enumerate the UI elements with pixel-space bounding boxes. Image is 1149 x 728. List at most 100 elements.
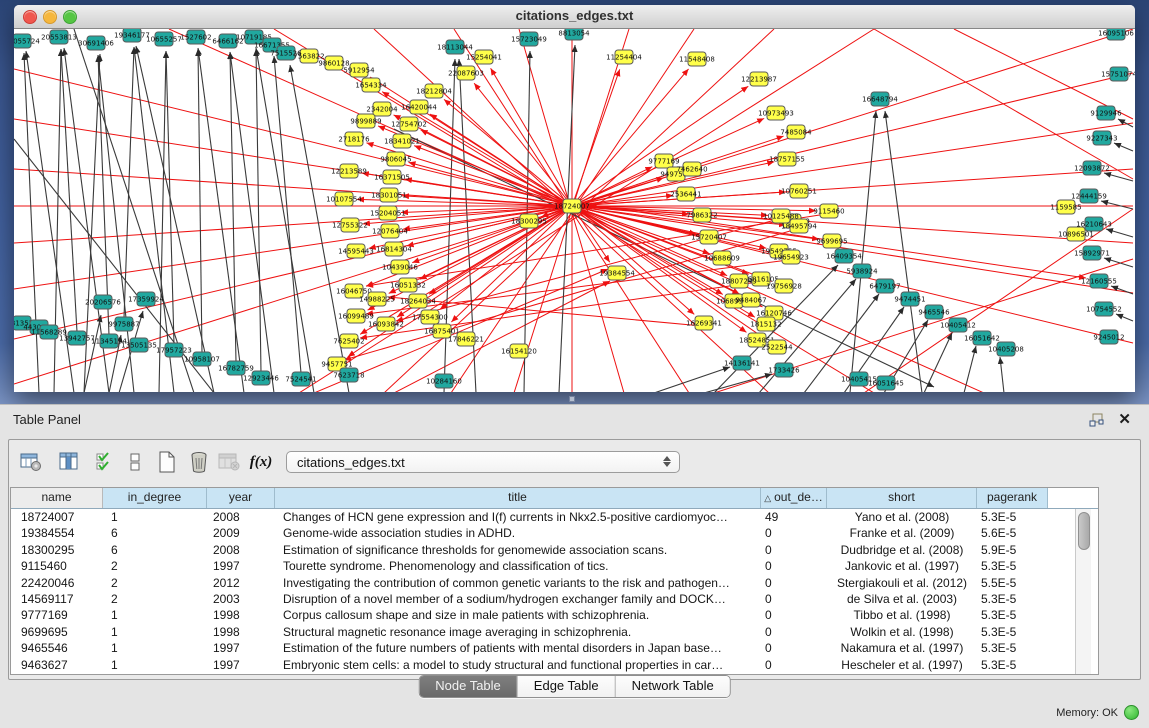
- graph-node[interactable]: 9245012: [1093, 330, 1124, 344]
- graph-node-selected[interactable]: 10760251: [781, 184, 817, 198]
- column-header-in-degree[interactable]: in_degree: [103, 488, 207, 508]
- table-row[interactable]: 1456911722003Disruption of a novel membe…: [11, 591, 1098, 607]
- table-row[interactable]: 946554611997Estimation of the future num…: [11, 640, 1098, 656]
- graph-node-selected[interactable]: 12213987: [741, 72, 777, 86]
- graph-node-selected[interactable]: 2718176: [338, 132, 370, 146]
- graph-node[interactable]: 14136141: [724, 356, 760, 370]
- graph-node-selected[interactable]: 9777169: [648, 154, 679, 168]
- graph-node[interactable]: 5938924: [846, 264, 878, 278]
- graph-node[interactable]: 15723049: [511, 32, 547, 46]
- tab-edge-table[interactable]: Edge Table: [518, 676, 616, 697]
- graph-node[interactable]: 1527602: [180, 30, 211, 44]
- window-titlebar[interactable]: citations_edges.txt: [14, 5, 1135, 29]
- select-checks-icon[interactable]: [93, 449, 117, 475]
- graph-node[interactable]: 16409354: [826, 249, 862, 263]
- graph-node[interactable]: 10655257: [146, 32, 182, 46]
- graph-node-selected[interactable]: 11548408: [679, 52, 715, 66]
- graph-node[interactable]: 9129946: [1090, 106, 1122, 120]
- graph-node[interactable]: 30691406: [78, 36, 114, 50]
- graph-node-label: 14595443: [338, 248, 374, 256]
- graph-node-selected[interactable]: 14595443: [338, 244, 374, 258]
- graph-node-selected[interactable]: 16814304: [376, 242, 412, 256]
- function-builder-icon[interactable]: f(x): [249, 449, 273, 475]
- graph-node-selected[interactable]: 10107554: [326, 192, 362, 206]
- graph-node[interactable]: 9474451: [894, 292, 925, 306]
- table-row[interactable]: 969969511998Structural magnetic resonanc…: [11, 624, 1098, 640]
- graph-node[interactable]: 9975887: [108, 317, 139, 331]
- graph-node-selected[interactable]: 16420044: [401, 100, 437, 114]
- graph-node-selected[interactable]: 16371505: [374, 170, 410, 184]
- graph-node[interactable]: 20206576: [85, 295, 121, 309]
- graph-node[interactable]: 16782759: [218, 361, 254, 375]
- graph-node-selected[interactable]: 7625402: [333, 334, 364, 348]
- panel-divider-grip[interactable]: [566, 395, 578, 402]
- graph-node-selected[interactable]: 11254404: [606, 50, 642, 64]
- graph-node[interactable]: 12923446: [243, 371, 279, 385]
- graph-node[interactable]: 20553813: [41, 30, 77, 44]
- minimize-window-button[interactable]: [43, 10, 57, 24]
- graph-node-selected[interactable]: 12213589: [331, 164, 367, 178]
- table-row[interactable]: 911546021997Tourette syndrome. Phenomeno…: [11, 558, 1098, 574]
- graph-node-selected[interactable]: 16269341: [686, 316, 722, 330]
- table-vertical-scrollbar[interactable]: [1075, 509, 1091, 674]
- graph-node-selected[interactable]: 1159585: [1050, 200, 1081, 214]
- graph-node-selected[interactable]: 15254041: [466, 50, 502, 64]
- scrollbar-thumb[interactable]: [1078, 512, 1090, 550]
- network-canvas[interactable]: 1872400775638229860128591295416543342342…: [14, 29, 1135, 392]
- column-header-year[interactable]: year: [207, 488, 275, 508]
- graph-node[interactable]: 10284160: [426, 374, 462, 388]
- table-row[interactable]: 1830029562008Estimation of significance …: [11, 542, 1098, 558]
- table-row[interactable]: 2242004622012Investigating the contribut…: [11, 575, 1098, 591]
- close-panel-icon[interactable]: ✕: [1118, 410, 1131, 428]
- graph-node[interactable]: 16648794: [862, 92, 898, 106]
- graph-node-selected[interactable]: 1654334: [355, 78, 387, 92]
- graph-node-selected[interactable]: 16154120: [501, 344, 537, 358]
- graph-node-selected[interactable]: 10688609: [704, 251, 740, 265]
- float-panel-icon[interactable]: [1089, 413, 1105, 427]
- graph-node-selected[interactable]: 10973493: [758, 106, 794, 120]
- column-header-title[interactable]: title: [275, 488, 761, 508]
- zoom-window-button[interactable]: [63, 10, 77, 24]
- memory-ok-indicator[interactable]: [1124, 705, 1139, 720]
- graph-node[interactable]: 9227343: [1086, 131, 1117, 145]
- delete-table-icon[interactable]: [217, 449, 241, 475]
- graph-node[interactable]: 6479197: [869, 279, 900, 293]
- column-header-pagerank[interactable]: pagerank: [977, 488, 1048, 508]
- new-document-icon[interactable]: [155, 449, 179, 475]
- show-columns-icon[interactable]: [57, 449, 81, 475]
- tab-network-table[interactable]: Network Table: [616, 676, 730, 697]
- column-header-short[interactable]: short: [827, 488, 977, 508]
- graph-node[interactable]: 24055724: [14, 34, 40, 48]
- row-height-icon[interactable]: [123, 449, 147, 475]
- graph-node[interactable]: 18113044: [437, 40, 473, 54]
- delete-icon[interactable]: [187, 449, 211, 475]
- graph-node-selected[interactable]: 17554300: [412, 310, 448, 324]
- graph-node[interactable]: 1733426: [768, 363, 800, 377]
- graph-node[interactable]: 9465546: [918, 305, 950, 319]
- graph-node[interactable]: 17359924: [128, 292, 164, 306]
- table-select-combo[interactable]: citations_edges.txt: [286, 451, 680, 473]
- graph-node-selected[interactable]: 18757155: [769, 152, 805, 166]
- graph-node-label: 7462640: [676, 166, 707, 174]
- network-window[interactable]: citations_edges.txt 18724007756382298601…: [14, 5, 1135, 392]
- tab-node-table[interactable]: Node Table: [419, 676, 518, 697]
- graph-node-selected[interactable]: 12076404: [372, 224, 408, 238]
- combo-stepper-icon: [663, 455, 672, 468]
- table-row[interactable]: 1938455462009Genome-wide association stu…: [11, 525, 1098, 541]
- column-header-out-degree[interactable]: △out_de…: [761, 488, 827, 508]
- table-row[interactable]: 977716911998Corpus callosum shape and si…: [11, 607, 1098, 623]
- table-settings-icon[interactable]: [19, 449, 43, 475]
- close-window-button[interactable]: [23, 10, 37, 24]
- graph-node[interactable]: 16051642: [964, 331, 1000, 345]
- graph-node-selected[interactable]: 9806045: [380, 152, 411, 166]
- column-header-name[interactable]: name: [11, 488, 103, 508]
- table-row[interactable]: 1872400712008Changes of HCN gene express…: [11, 509, 1098, 525]
- table-row[interactable]: 946362711997Embryonic stem cells: a mode…: [11, 657, 1098, 673]
- graph-node[interactable]: 19346177: [114, 29, 150, 42]
- graph-node-selected[interactable]: 7485084: [780, 125, 812, 139]
- graph-node-selected[interactable]: 22087603: [448, 66, 484, 80]
- graph-node-selected[interactable]: 9699695: [816, 234, 847, 248]
- graph-node[interactable]: 10405208: [988, 342, 1024, 356]
- graph-node-selected[interactable]: 19384554: [599, 266, 635, 280]
- graph-node[interactable]: 8813054: [558, 29, 590, 40]
